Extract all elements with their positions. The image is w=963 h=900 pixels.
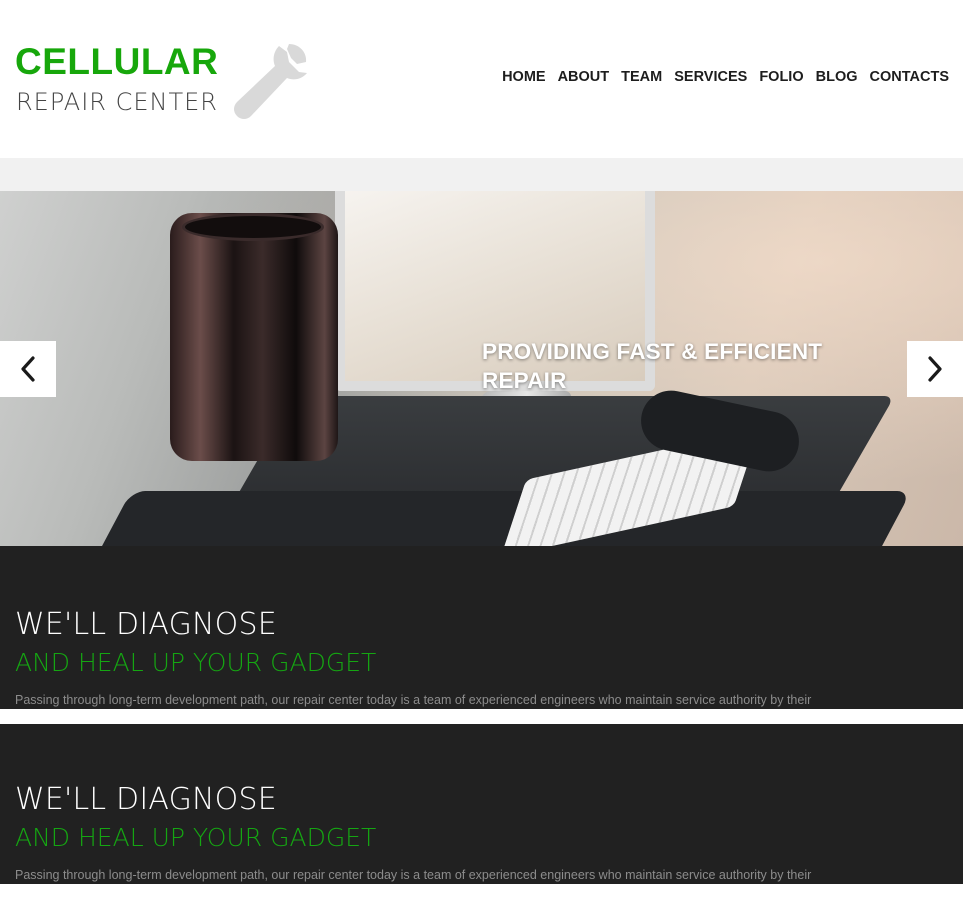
- hero-desk-edge: [88, 491, 912, 546]
- section-text: Passing through long-term development pa…: [15, 693, 812, 707]
- nav-item-contacts[interactable]: CONTACTS: [864, 67, 949, 87]
- logo-subtitle: REPAIR CENTER: [16, 88, 218, 116]
- hero-slider: PROVIDING FAST & EFFICIENT REPAIR: [0, 191, 963, 546]
- section-heading: WE'LL DIAGNOSE: [15, 782, 277, 817]
- section-heading: WE'LL DIAGNOSE: [15, 607, 277, 642]
- logo-title: CELLULAR: [15, 41, 219, 82]
- nav-item-folio[interactable]: FOLIO: [753, 67, 809, 87]
- chevron-right-icon: [928, 356, 942, 382]
- wrench-icon: [234, 44, 307, 119]
- nav-item-team[interactable]: TEAM: [615, 67, 668, 87]
- hero-computer-top: [182, 213, 324, 241]
- chevron-left-icon: [21, 356, 35, 382]
- section-subheading: AND HEAL UP YOUR GADGET: [15, 823, 377, 852]
- slide-caption: PROVIDING FAST & EFFICIENT REPAIR: [482, 339, 823, 393]
- diagnose-section-repeat: WE'LL DIAGNOSE AND HEAL UP YOUR GADGET P…: [0, 724, 963, 884]
- nav-item-home[interactable]: HOME: [496, 67, 552, 87]
- header-divider-band: [0, 158, 963, 191]
- site-header: CELLULAR REPAIR CENTER HOME ABOUT TEAM S…: [0, 0, 963, 158]
- nav-item-about[interactable]: ABOUT: [552, 67, 616, 87]
- hero-computer-image: [170, 213, 338, 461]
- slider-prev-button[interactable]: [0, 341, 56, 397]
- section-subheading: AND HEAL UP YOUR GADGET: [15, 648, 377, 677]
- main-nav: HOME ABOUT TEAM SERVICES FOLIO BLOG CONT…: [496, 67, 949, 87]
- logo[interactable]: CELLULAR REPAIR CENTER: [15, 40, 315, 130]
- diagnose-section: WE'LL DIAGNOSE AND HEAL UP YOUR GADGET P…: [0, 546, 963, 709]
- slider-next-button[interactable]: [907, 341, 963, 397]
- nav-item-services[interactable]: SERVICES: [668, 67, 753, 87]
- section-text: Passing through long-term development pa…: [15, 868, 812, 882]
- nav-item-blog[interactable]: BLOG: [810, 67, 864, 87]
